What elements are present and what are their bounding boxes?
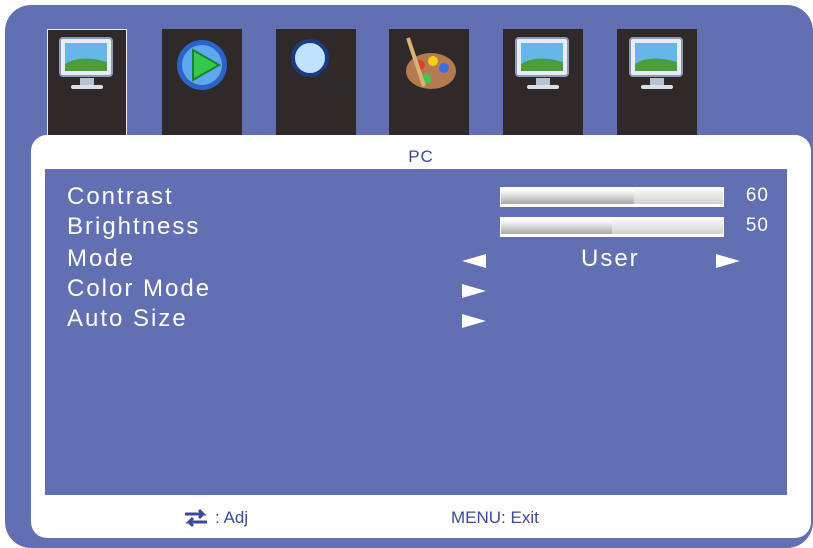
paint-palette-icon [406,37,456,89]
auto-size-label[interactable]: Auto Size [67,305,188,333]
tab-monitor-5[interactable] [503,29,583,137]
tab-bar [5,5,813,145]
contrast-slider[interactable] [500,187,724,207]
color-mode-arrow-icon[interactable] [462,284,486,298]
menu-panel: PC Contrast 60 Brightness 50 Mode User C… [31,135,811,538]
brightness-value: 50 [745,215,769,236]
monitor-icon [515,37,569,89]
panel-title: PC [408,147,434,166]
mode-label[interactable]: Mode [67,245,135,273]
tab-playback[interactable] [162,29,242,137]
contrast-label[interactable]: Contrast [67,183,174,211]
adjust-label: : Adj [215,508,249,527]
footer-hints: : Adj MENU: Exit [31,508,811,534]
contrast-value: 60 [745,185,769,206]
auto-size-arrow-icon[interactable] [462,314,486,328]
brightness-label[interactable]: Brightness [67,213,200,241]
brightness-slider-fill [501,220,612,234]
swap-arrows-icon [185,508,207,528]
adjust-hint: : Adj [183,508,248,528]
monitor-icon [629,37,683,89]
exit-label: MENU: Exit [451,508,539,527]
play-globe-icon [177,40,227,90]
magnifier-icon [291,39,344,95]
brightness-slider[interactable] [500,217,724,237]
osd-window: PC Contrast 60 Brightness 50 Mode User C… [5,5,813,548]
exit-hint: MENU: Exit [451,508,539,528]
mode-right-arrow-icon[interactable] [716,254,740,268]
color-mode-label[interactable]: Color Mode [67,275,211,303]
picture-monitor-icon [59,37,113,89]
tab-monitor-6[interactable] [617,29,697,137]
contrast-slider-track [634,190,723,204]
brightness-slider-track [612,220,723,234]
tab-color[interactable] [389,29,469,137]
mode-left-arrow-icon[interactable] [462,254,486,268]
tab-search[interactable] [276,29,356,137]
contrast-slider-fill [501,190,635,204]
tab-picture[interactable] [47,29,127,137]
mode-value: User [581,245,640,272]
menu-content: Contrast 60 Brightness 50 Mode User Colo… [45,169,787,495]
